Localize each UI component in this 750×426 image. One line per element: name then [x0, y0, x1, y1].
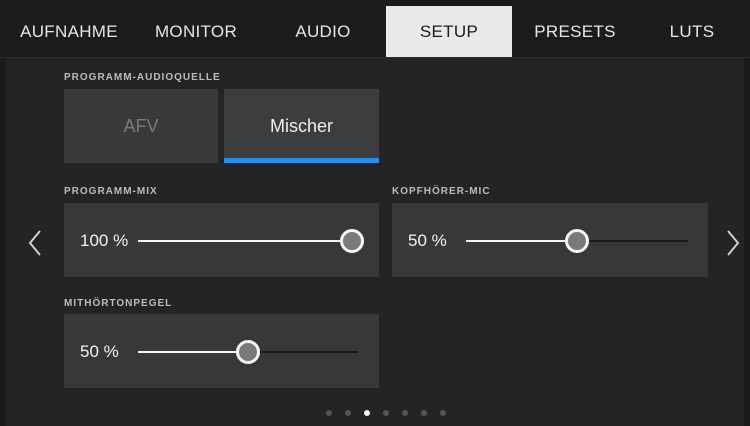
headphone-mic-value: 50 % [408, 231, 447, 250]
page-dot[interactable] [383, 410, 389, 416]
page-dot[interactable] [326, 410, 332, 416]
tab-monitor[interactable]: MONITOR [132, 6, 260, 57]
page-dot[interactable] [364, 410, 370, 416]
headphone-mic-slider-fill [466, 240, 577, 242]
mixer-option-button[interactable]: Mischer [224, 89, 379, 163]
chevron-right-icon [727, 230, 740, 256]
sidetone-level-value: 50 % [80, 342, 119, 361]
page-dot[interactable] [421, 410, 427, 416]
tab-setup[interactable]: SETUP [386, 6, 512, 57]
tab-bar: AUFNAHME MONITOR AUDIO SETUP PRESETS LUT… [0, 0, 750, 58]
chevron-left-icon [28, 230, 41, 256]
afv-option-button[interactable]: AFV [64, 89, 218, 163]
afv-option-label: AFV [123, 115, 159, 136]
tab-audio[interactable]: AUDIO [260, 6, 386, 57]
next-page-button[interactable] [718, 223, 748, 263]
program-mix-slider-knob[interactable] [340, 229, 364, 253]
mixer-option-label: Mischer [269, 115, 333, 136]
program-mix-panel: 100 % [64, 203, 379, 277]
headphone-mic-slider-knob[interactable] [565, 229, 589, 253]
previous-page-button[interactable] [20, 223, 50, 263]
sidetone-level-slider-fill [138, 351, 248, 353]
sidetone-level-label: MITHÖRTONPEGEL [64, 298, 173, 309]
program-audio-source-label: PROGRAMM-AUDIOQUELLE [64, 72, 221, 83]
page-dot[interactable] [440, 410, 446, 416]
tab-aufnahme[interactable]: AUFNAHME [6, 6, 132, 57]
camera-settings-screen: AUFNAHME MONITOR AUDIO SETUP PRESETS LUT… [0, 0, 750, 426]
sidetone-level-panel: 50 % [64, 314, 379, 388]
program-mix-slider-fill [138, 240, 352, 242]
sidetone-level-slider-knob[interactable] [236, 340, 260, 364]
settings-content: PROGRAMM-AUDIOQUELLE AFV Mischer PROGRAM… [6, 58, 744, 426]
selected-indicator [224, 158, 379, 163]
tab-presets[interactable]: PRESETS [512, 6, 638, 57]
page-dot[interactable] [402, 410, 408, 416]
headphone-mic-panel: 50 % [392, 203, 708, 277]
headphone-mic-label: KOPFHÖRER-MIC [392, 186, 491, 197]
page-dot[interactable] [345, 410, 351, 416]
program-mix-value: 100 % [80, 231, 129, 250]
tab-luts[interactable]: LUTS [638, 6, 746, 57]
program-mix-slider-track[interactable] [138, 240, 352, 242]
program-mix-label: PROGRAMM-MIX [64, 186, 158, 197]
